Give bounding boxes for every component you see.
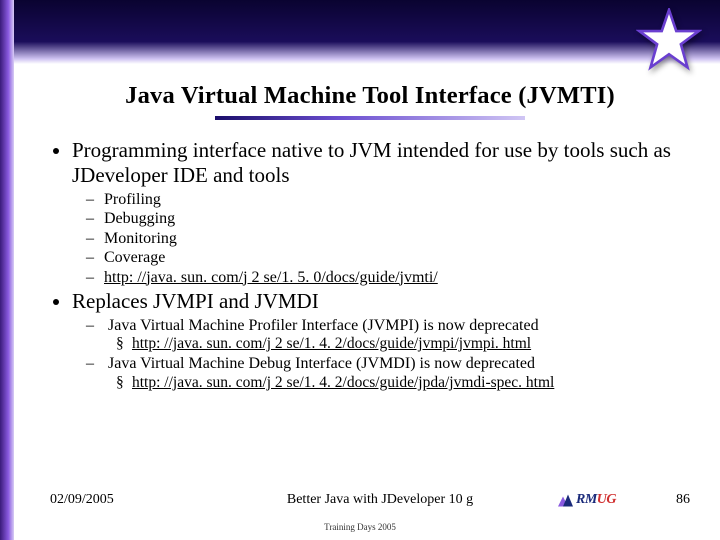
sub-item: http: //java. sun. com/j 2 se/1. 5. 0/do… (90, 268, 690, 288)
link-text: http: //java. sun. com/j 2 se/1. 4. 2/do… (132, 335, 531, 352)
bullet-item: Replaces JVMPI and JVMDI Java Virtual Ma… (72, 289, 690, 393)
bullet-item: Programming interface native to JVM inte… (72, 138, 690, 287)
sub-list: Java Virtual Machine Profiler Interface … (72, 316, 690, 393)
slide-footer: 02/09/2005 Better Java with JDeveloper 1… (50, 486, 690, 514)
bullet-text: Programming interface native to JVM inte… (72, 138, 671, 187)
left-gradient-bar (0, 0, 14, 540)
footer-page-number: 86 (640, 492, 690, 508)
sub-item: Profiling (90, 190, 690, 210)
sub-sub-item: http: //java. sun. com/j 2 se/1. 4. 2/do… (116, 374, 690, 393)
link-text: http: //java. sun. com/j 2 se/1. 5. 0/do… (104, 269, 438, 286)
bullet-list: Programming interface native to JVM inte… (50, 138, 690, 393)
sub-item: Java Virtual Machine Profiler Interface … (90, 316, 690, 354)
footer-logo: RMUG (530, 486, 640, 514)
footer-center: Better Java with JDeveloper 10 g (230, 492, 530, 508)
bullet-text: Replaces JVMPI and JVMDI (72, 289, 319, 313)
sub-sub-item: http: //java. sun. com/j 2 se/1. 4. 2/do… (116, 335, 690, 354)
sub-sub-list: http: //java. sun. com/j 2 se/1. 4. 2/do… (90, 335, 690, 354)
mountain-icon (554, 492, 574, 508)
footer-tagline: Training Days 2005 (0, 522, 720, 532)
link-text: http: //java. sun. com/j 2 se/1. 4. 2/do… (132, 374, 554, 391)
sub-item: Coverage (90, 248, 690, 268)
sub-list: Profiling Debugging Monitoring Coverage … (72, 190, 690, 288)
logo-text: RMUG (576, 492, 616, 508)
top-gradient-bar (0, 0, 720, 64)
sub-item: Monitoring (90, 229, 690, 249)
footer-date: 02/09/2005 (50, 492, 230, 508)
sub-item: Java Virtual Machine Debug Interface (JV… (90, 354, 690, 392)
sub-item: Debugging (90, 209, 690, 229)
slide-title: Java Virtual Machine Tool Interface (JVM… (50, 82, 690, 110)
sub-sub-list: http: //java. sun. com/j 2 se/1. 4. 2/do… (90, 374, 690, 393)
slide-content: Java Virtual Machine Tool Interface (JVM… (50, 82, 690, 395)
star-icon (636, 8, 702, 74)
title-underline (215, 116, 525, 120)
